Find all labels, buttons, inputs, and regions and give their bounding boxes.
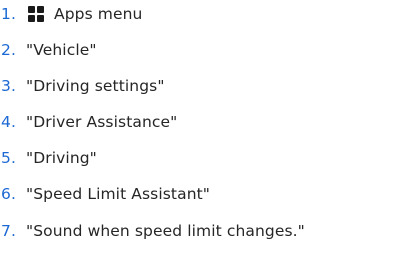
step-label: Apps menu bbox=[54, 5, 143, 23]
step-5: 5. "Driving" bbox=[0, 146, 97, 170]
step-number: 5. bbox=[1, 149, 16, 167]
step-4: 4. "Driver Assistance" bbox=[0, 110, 177, 134]
step-label: "Driver Assistance" bbox=[26, 113, 178, 131]
step-number: 1. bbox=[1, 5, 16, 23]
step-3: 3. "Driving settings" bbox=[0, 74, 165, 98]
step-label: "Sound when speed limit changes." bbox=[26, 222, 305, 240]
step-1: 1. Apps menu bbox=[0, 2, 142, 26]
step-6: 6. "Speed Limit Assistant" bbox=[0, 182, 210, 206]
step-label: "Vehicle" bbox=[26, 41, 97, 59]
step-label: "Driving settings" bbox=[26, 77, 165, 95]
step-number: 3. bbox=[1, 77, 16, 95]
step-7: 7. "Sound when speed limit changes." bbox=[0, 219, 305, 243]
step-2: 2. "Vehicle" bbox=[0, 38, 97, 62]
step-number: 2. bbox=[1, 41, 16, 59]
step-number: 6. bbox=[1, 185, 16, 203]
step-label: "Driving" bbox=[26, 149, 97, 167]
step-label: "Speed Limit Assistant" bbox=[26, 185, 211, 203]
apps-grid-icon bbox=[28, 6, 44, 22]
step-number: 7. bbox=[1, 222, 16, 240]
step-number: 4. bbox=[1, 113, 16, 131]
